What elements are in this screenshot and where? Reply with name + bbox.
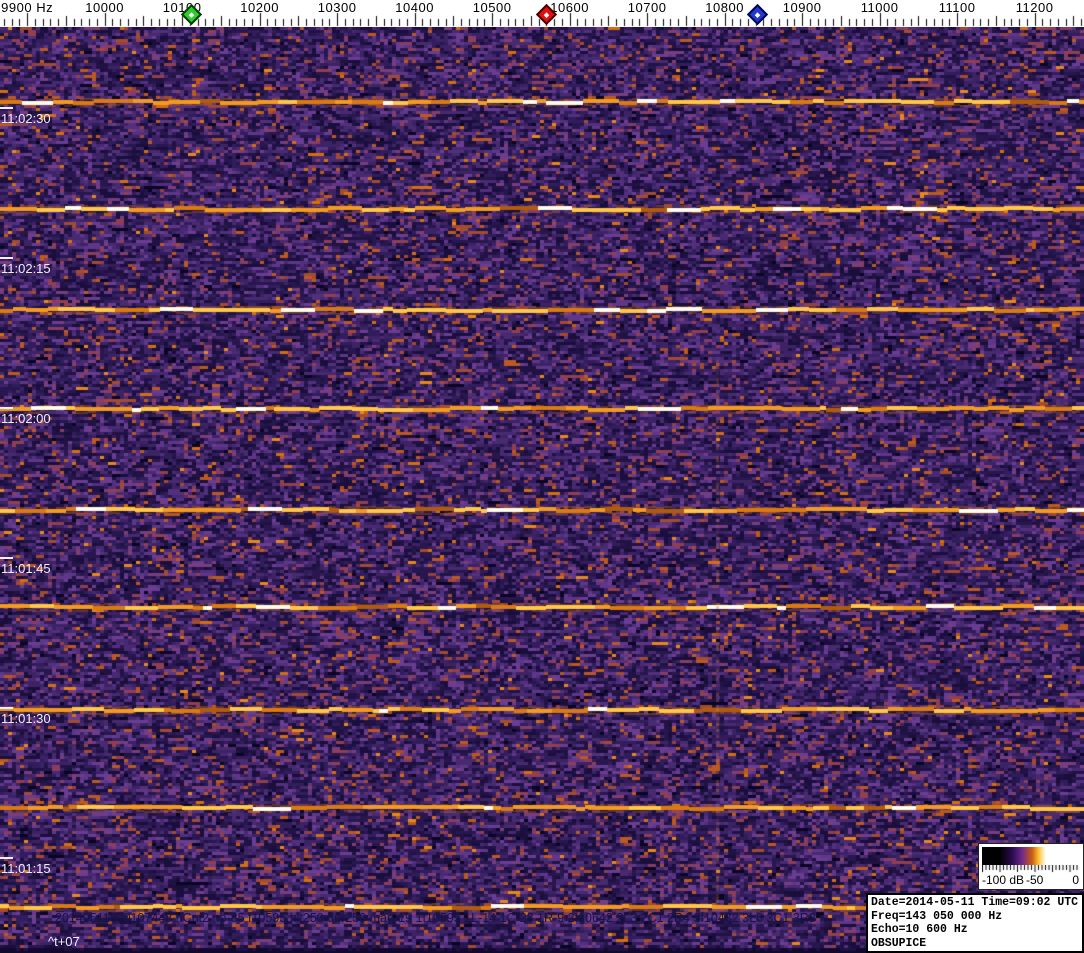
colorbar-gradient [982, 847, 1080, 865]
marker-core-dot [188, 11, 195, 18]
freq-tick-label: 10000 [85, 0, 124, 15]
freq-tick-label: 10400 [395, 0, 434, 15]
freq-tick-label: 10300 [317, 0, 357, 15]
info-frequency: Freq=143 050 000 Hz [871, 909, 1003, 923]
detection-annotation: 20140511090107448 hCnt2 nb-85 f10595 hit… [55, 911, 816, 925]
colorbar-max-label: 0 [1072, 873, 1079, 887]
freq-tick-label: 11200 [1015, 0, 1054, 15]
freq-tick-label: 11100 [938, 0, 976, 15]
colorbar: -100 dB -50 0 [978, 843, 1084, 890]
marker-core-dot [754, 11, 761, 18]
colorbar-ticks-canvas [982, 865, 1080, 873]
freq-tick-label: 10700 [627, 0, 667, 15]
freq-tick-label: 10900 [782, 0, 822, 15]
freq-tick-label: 10200 [240, 0, 279, 15]
spectrogram-app: 9900 Hz 10000 10100 10200 10300 10400 10500 106… [0, 0, 1084, 953]
freq-tick-label: 9900 Hz [1, 0, 54, 15]
freq-tick-label: 11000 [860, 0, 899, 15]
info-box: Date=2014-05-11 Time=09:02 UTC Freq=143 … [866, 893, 1084, 953]
freq-tick-label: 10800 [705, 0, 744, 15]
colorbar-min-label: -100 dB [982, 873, 1025, 887]
frequency-ruler: 9900 Hz 10000 10100 10200 10300 10400 10500 106… [0, 0, 1084, 27]
colorbar-labels: -100 dB -50 0 [979, 873, 1083, 888]
time-offset-label: ^t+07 [48, 934, 80, 949]
spectrogram-canvas [0, 27, 1084, 953]
colorbar-mid-label: -50 [1026, 873, 1044, 887]
marker-core-dot [543, 11, 550, 18]
info-echo: Echo=10 600 Hz [871, 923, 968, 936]
info-station: OBSUPICE [871, 936, 927, 950]
freq-tick-label: 10500 [472, 0, 512, 15]
info-date-time: Date=2014-05-11 Time=09:02 UTC [871, 896, 1079, 909]
